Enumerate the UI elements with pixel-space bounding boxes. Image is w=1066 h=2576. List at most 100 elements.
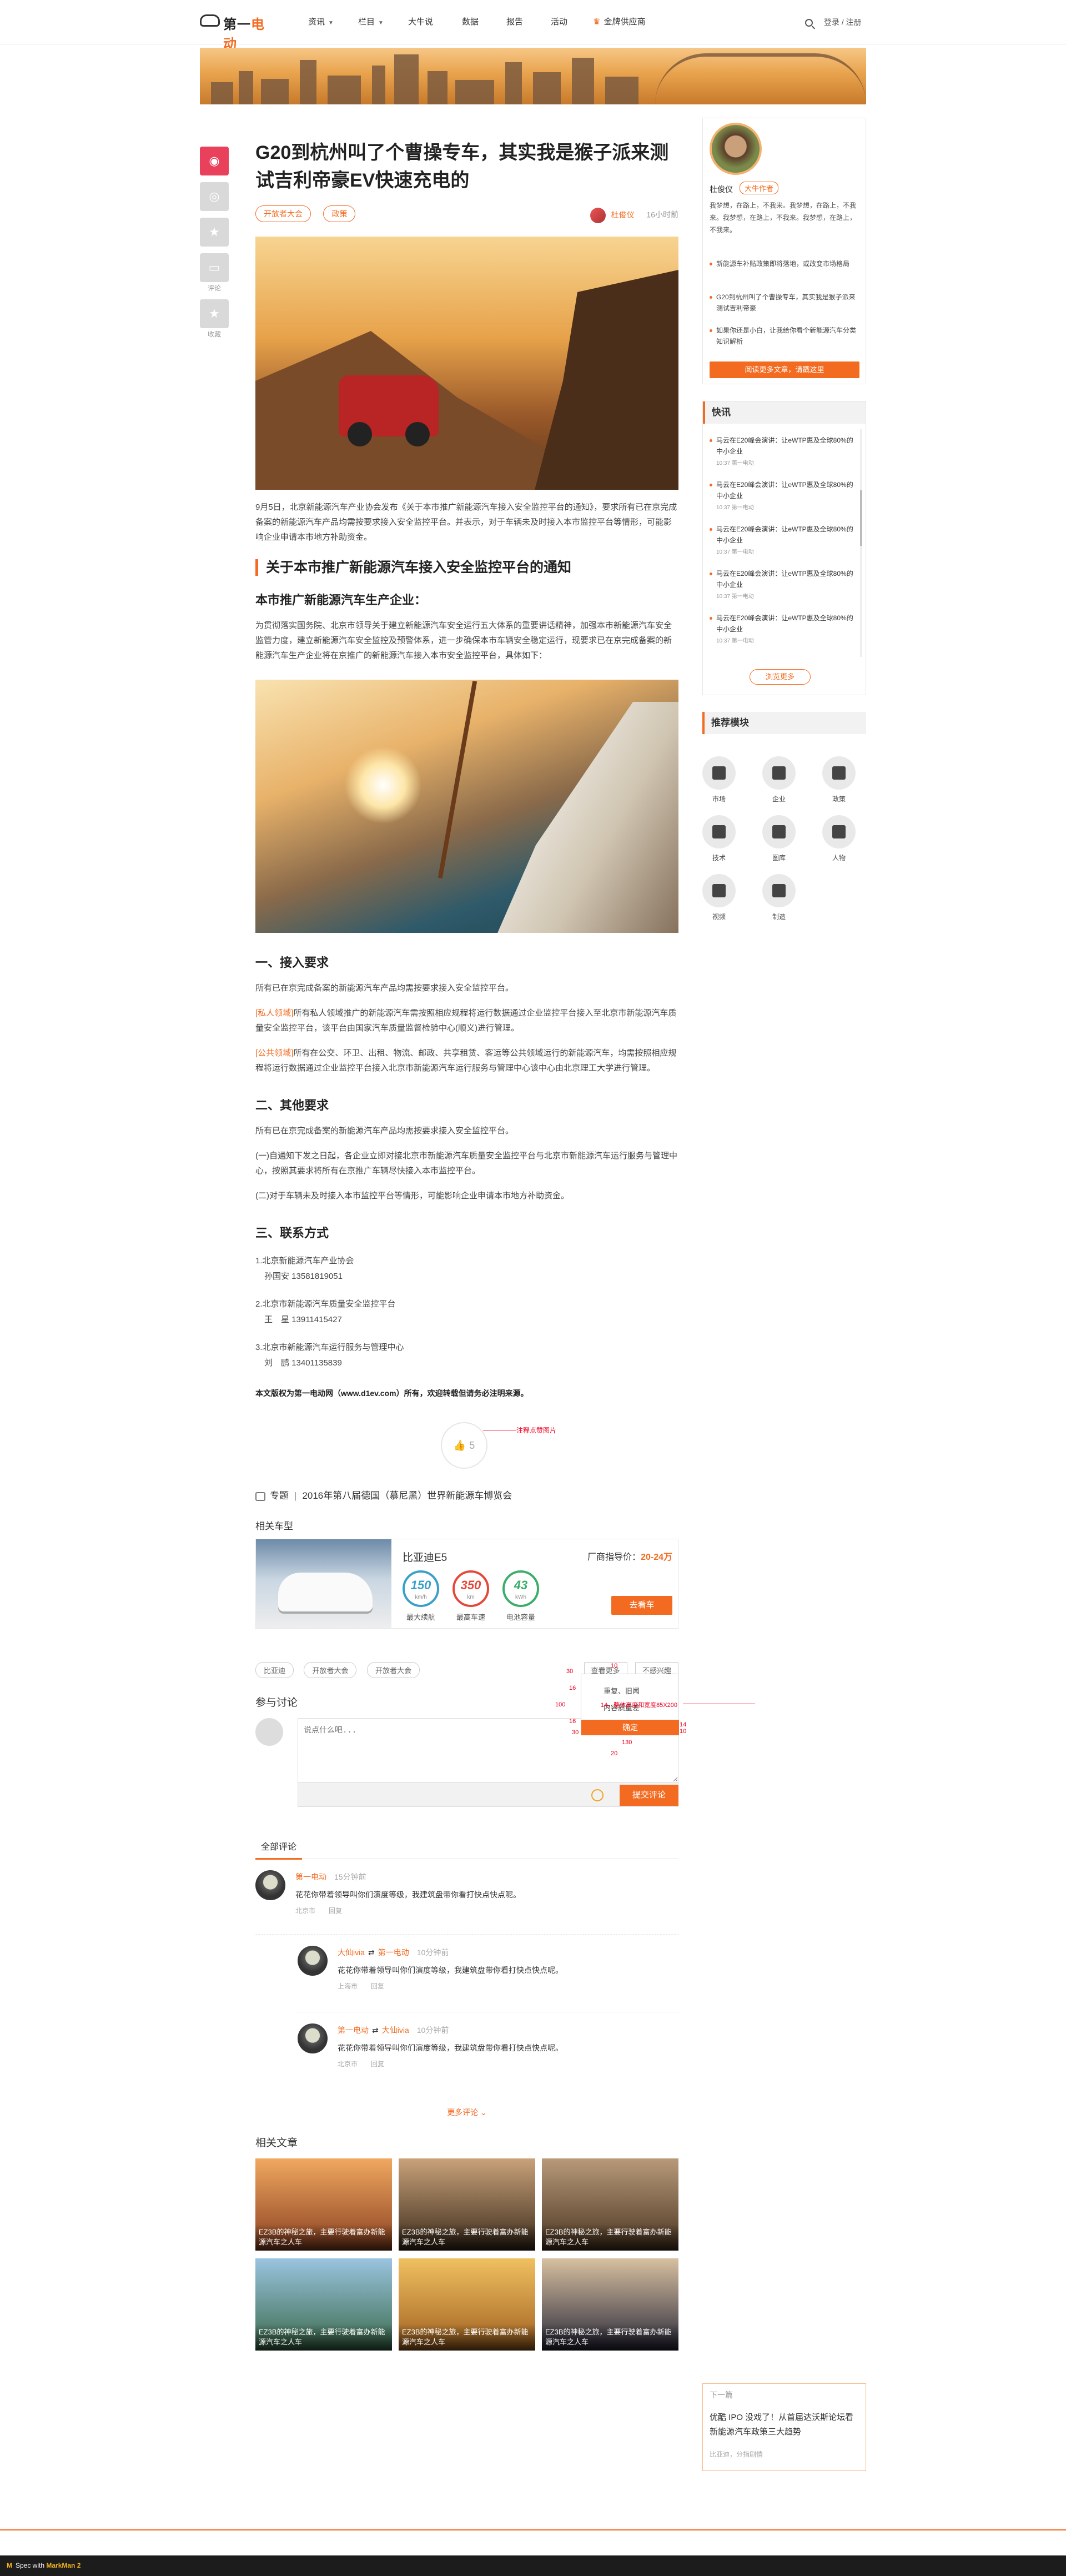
site-logo[interactable]: 第一电动 [200, 11, 278, 52]
report-option[interactable]: 重复、旧闻 [604, 1685, 640, 1696]
flash-item[interactable]: 马云在E20峰会演讲：让eWTP惠及全球80%的中小企业 [710, 612, 854, 635]
view-car-button[interactable]: 去看车 [611, 1596, 672, 1615]
author-avatar[interactable] [590, 208, 606, 223]
related-article-card[interactable]: EZ3B的神秘之旅，主要行驶着富办新能源汽车之人车 [399, 2158, 535, 2251]
comment-meta-reply[interactable]: 北京市 回复 [295, 1906, 342, 1915]
related-car-heading: 相关车型 [255, 1521, 293, 1531]
copyright-note: 本文版权为第一电动网（www.d1ev.com）所有，欢迎转载但请务必注明来源。 [255, 1389, 529, 1398]
comment-text: 花花你带着领导叫你们演度等级，我建筑盘带你看打快点快点呢。 [338, 2043, 563, 2052]
recommend-item-people[interactable]: 人物 [822, 815, 856, 862]
like-button[interactable]: 👍 5 [441, 1422, 487, 1469]
nav-suppliers[interactable]: ♛ 金牌供应商 [593, 0, 645, 44]
recommend-item-tech[interactable]: 技术 [702, 815, 736, 862]
comment-button[interactable]: ▭ [200, 253, 229, 282]
star-share-button[interactable]: ★ [200, 218, 229, 247]
sailboat-photo [255, 680, 678, 933]
related-article-card[interactable]: EZ3B的神秘之旅，主要行驶着富办新能源汽车之人车 [399, 2258, 535, 2351]
flash-scrollbar[interactable] [860, 429, 862, 657]
tab-all-comments[interactable]: 全部评论 [255, 1839, 303, 1860]
emoji-icon[interactable] [591, 1789, 604, 1801]
dimension-label: 100 [555, 1701, 566, 1708]
collect-caption: 收藏 [207, 330, 221, 338]
author-name[interactable]: 杜俊仪 [611, 210, 635, 219]
next-article-card[interactable]: 下一篇 优酷 IPO 没戏了！从首届达沃斯论坛看新能源汽车政策三大趋势 比亚迪，… [702, 2383, 866, 2471]
comment-caption: 评论 [207, 284, 221, 292]
commenter-name: 大仙ivia ⇄ 第一电动 10分钟前 [338, 1948, 449, 1957]
keyword-tag[interactable]: 比亚迪 [255, 1662, 294, 1678]
flash-item[interactable]: 马云在E20峰会演讲：让eWTP惠及全球80%的中小企业 [710, 568, 854, 590]
car-photo[interactable] [256, 1539, 391, 1628]
profile-article-link[interactable]: G20到杭州叫了个曹操专车，其实我是猴子派来测试吉利帝豪 [710, 292, 861, 314]
car-icon [772, 884, 786, 897]
search-icon[interactable] [805, 19, 813, 27]
section-paragraph: [公共领域]所有在公交、环卫、出租、物流、邮政、共享租赁、客运等公共领域运行的新… [255, 1048, 677, 1073]
login-register-link[interactable]: 登录 / 注册 [824, 18, 862, 27]
gauge-label: 最高车速 [456, 1613, 485, 1621]
comment-meta-reply[interactable]: 北京市 回复 [338, 2059, 384, 2068]
recommend-item-video[interactable]: 视频 [702, 874, 736, 921]
read-more-button[interactable]: 阅读更多文章，请戳这里 [710, 361, 859, 378]
recommend-module: 推荐模块 市场 企业 政策 技术 图库 人物 视频 制造 [702, 712, 866, 934]
topic-icon [255, 1492, 265, 1501]
topic-link[interactable]: 2016年第八届德国（慕尼黑）世界新能源车博览会 [302, 1490, 512, 1501]
more-comments-link[interactable]: 更多评论 ⌄ [255, 2107, 678, 2118]
flash-item[interactable]: 马云在E20峰会演讲：让eWTP惠及全球80%的中小企业 [710, 435, 854, 457]
footer-tool-name: MarkMan 2 [46, 2562, 81, 2569]
tag-link[interactable]: 开放者大会 [255, 205, 311, 222]
car-logo-icon [200, 14, 220, 27]
nav-news[interactable]: 资讯 ▼ [308, 0, 334, 44]
profile-article-link[interactable]: 如果你还是小白，让我给你看个新能源汽车分类知识解析 [710, 325, 861, 347]
recommend-item-market[interactable]: 市场 [702, 756, 736, 804]
contact-item: 2.北京市新能源汽车质量安全监控平台王 星 13911415427 [255, 1299, 396, 1324]
related-article-card[interactable]: EZ3B的神秘之旅，主要行驶着富办新能源汽车之人车 [542, 2258, 678, 2351]
comment-icon: ▭ [208, 260, 220, 274]
comment-text: 花花你带着领导叫你们演度等级，我建筑盘带你看打快点快点呢。 [295, 1890, 521, 1899]
profile-article-link[interactable]: 新能源车补贴政策即将落地，或改变市场格局 [710, 258, 861, 269]
flash-item[interactable]: 马云在E20峰会演讲：让eWTP惠及全球80%的中小企业 [710, 479, 854, 501]
comment-item: 第一电动 15分钟前 花花你带着领导叫你们演度等级，我建筑盘带你看打快点快点呢。 … [255, 1859, 678, 1935]
flash-more-button[interactable]: 浏览更多 [750, 669, 811, 685]
nav-columns[interactable]: 栏目 ▼ [358, 0, 384, 44]
dimension-label: 30 [572, 1729, 579, 1736]
recommend-item-gallery[interactable]: 图库 [762, 815, 796, 862]
nav-reports[interactable]: 报告 [506, 0, 523, 44]
car-name[interactable]: 比亚迪E5 [403, 1549, 447, 1564]
recommend-item-company[interactable]: 企业 [762, 756, 796, 804]
collect-button[interactable]: ★ [200, 299, 229, 328]
profile-name[interactable]: 杜俊仪 [710, 184, 733, 195]
report-confirm-button[interactable]: 确定 [581, 1720, 679, 1735]
gallery-icon [772, 825, 786, 838]
related-articles-grid: EZ3B的神秘之旅，主要行驶着富办新能源汽车之人车 EZ3B的神秘之旅，主要行驶… [255, 2158, 678, 2358]
flash-item[interactable]: 马云在E20峰会演讲：让eWTP惠及全球80%的中小企业 [710, 524, 854, 546]
intro-paragraph: 9月5日，北京新能源汽车产业协会发布《关于本市推广新能源汽车接入安全监控平台的通… [255, 503, 677, 542]
related-article-card[interactable]: EZ3B的神秘之旅，主要行驶着富办新能源汽车之人车 [255, 2258, 392, 2351]
keyword-tag[interactable]: 开放者大会 [366, 1662, 420, 1678]
commenter-avatar[interactable] [298, 1946, 328, 1976]
topic-line: 专题 | 2016年第八届德国（慕尼黑）世界新能源车博览会 [255, 1488, 678, 1502]
wechat-share-button[interactable]: ◎ [200, 182, 229, 211]
submit-comment-button[interactable]: 提交评论 [620, 1785, 678, 1806]
range-gauge: 150 km/h [403, 1570, 439, 1607]
nav-data[interactable]: 数据 [462, 0, 479, 44]
policy-icon [832, 766, 846, 780]
recommend-item-policy[interactable]: 政策 [822, 756, 856, 804]
commenter-avatar[interactable] [255, 1870, 285, 1900]
article-tags: 开放者大会 政策 杜俊仪 16小时前 [255, 205, 678, 228]
contact-item: 3.北京市新能源汽车运行服务与管理中心刘 鹏 13401135839 [255, 1343, 404, 1368]
keyword-tag[interactable]: 开放者大会 [304, 1662, 357, 1678]
author-profile-avatar[interactable] [710, 123, 762, 175]
tech-icon [712, 825, 726, 838]
author-badge: 大牛作者 [740, 182, 779, 194]
recommend-item-manufacturing[interactable]: 制造 [762, 874, 796, 921]
related-article-card[interactable]: EZ3B的神秘之旅，主要行驶着富办新能源汽车之人车 [542, 2158, 678, 2251]
weibo-share-button[interactable]: ◉ [200, 147, 229, 175]
commenter-avatar[interactable] [298, 2023, 328, 2053]
dimension-label: 130 [622, 1739, 632, 1746]
related-article-card[interactable]: EZ3B的神秘之旅，主要行驶着富办新能源汽车之人车 [255, 2158, 392, 2251]
flash-meta: 10:37 第一电动 [716, 460, 754, 466]
tag-link[interactable]: 政策 [323, 205, 356, 222]
nav-events[interactable]: 活动 [551, 0, 567, 44]
flash-news-panel: 快讯 马云在E20峰会演讲：让eWTP惠及全球80%的中小企业 10:37 第一… [702, 401, 866, 695]
nav-daniu[interactable]: 大牛说 [408, 0, 433, 44]
comment-meta-reply[interactable]: 上海市 回复 [338, 1981, 384, 1991]
